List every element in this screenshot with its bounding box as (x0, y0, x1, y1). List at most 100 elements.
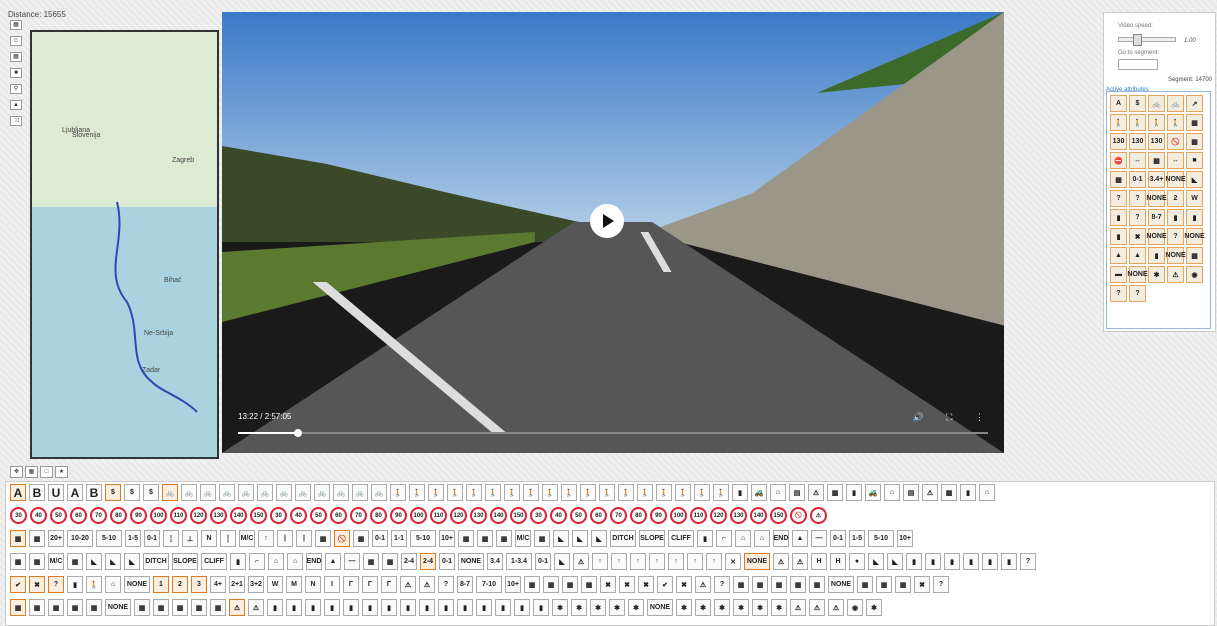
palette-attribute-icon[interactable]: 20+ (48, 530, 64, 547)
palette-attribute-icon[interactable]: ↑ (630, 553, 646, 570)
palette-attribute-icon[interactable]: 1-1 (391, 530, 407, 547)
palette-attribute-icon[interactable]: END (773, 530, 789, 547)
palette-attribute-icon[interactable]: NONE (647, 599, 673, 616)
palette-attribute-icon[interactable]: — (344, 553, 360, 570)
active-attribute-icon[interactable]: 2 (1167, 190, 1184, 207)
palette-attribute-icon[interactable]: ▲ (325, 553, 341, 570)
palette-attribute-icon[interactable]: 50 (310, 507, 327, 524)
palette-attribute-icon[interactable]: ▦ (86, 599, 102, 616)
palette-attribute-icon[interactable]: ▦ (172, 599, 188, 616)
palette-attribute-icon[interactable]: 2+1 (229, 576, 245, 593)
palette-attribute-icon[interactable]: 🚶 (694, 484, 710, 501)
palette-attribute-icon[interactable]: ⚠ (808, 484, 824, 501)
calendar-icon[interactable]: ▦ (10, 20, 22, 30)
palette-attribute-icon[interactable]: ⚠ (790, 599, 806, 616)
palette-attribute-icon[interactable]: ▦ (210, 599, 226, 616)
palette-attribute-icon[interactable]: ▮ (533, 599, 549, 616)
active-attribute-icon[interactable]: 🚶 (1167, 114, 1184, 131)
palette-attribute-icon[interactable]: ▮ (732, 484, 748, 501)
palette-attribute-icon[interactable]: ▦ (733, 576, 749, 593)
palette-attribute-icon[interactable]: 🚶 (86, 576, 102, 593)
palette-attribute-icon[interactable]: ✱ (752, 599, 768, 616)
palette-attribute-icon[interactable]: 🚶 (523, 484, 539, 501)
palette-attribute-icon[interactable]: ? (438, 576, 454, 593)
palette-attribute-icon[interactable]: 150 (250, 507, 267, 524)
palette-attribute-icon[interactable]: ▮ (906, 553, 922, 570)
active-attribute-icon[interactable]: 0-1 (1129, 171, 1146, 188)
palette-attribute-icon[interactable]: 100 (410, 507, 427, 524)
active-attribute-icon[interactable]: ↗ (1186, 95, 1203, 112)
palette-attribute-icon[interactable]: 7-10 (476, 576, 502, 593)
palette-attribute-icon[interactable]: ▦ (10, 553, 26, 570)
palette-attribute-icon[interactable]: 🚜 (865, 484, 881, 501)
active-attribute-icon[interactable]: ? (1110, 190, 1127, 207)
palette-attribute-icon[interactable]: 120 (190, 507, 207, 524)
palette-attribute-icon[interactable]: 30 (10, 507, 27, 524)
palette-attribute-icon[interactable]: ▮ (697, 530, 713, 547)
palette-attribute-icon[interactable]: ↑ (706, 553, 722, 570)
palette-attribute-icon[interactable]: ▦ (48, 599, 64, 616)
palette-attribute-icon[interactable]: ▦ (752, 576, 768, 593)
palette-attribute-icon[interactable]: ▦ (895, 576, 911, 593)
palette-attribute-icon[interactable]: H (830, 553, 846, 570)
palette-attribute-icon[interactable]: ▮ (846, 484, 862, 501)
active-attribute-icon[interactable]: 130 (1148, 133, 1165, 150)
active-attribute-icon[interactable]: 🚫 (1167, 133, 1184, 150)
palette-attribute-icon[interactable]: ▮ (1001, 553, 1017, 570)
active-attribute-icon[interactable]: ▦ (1186, 114, 1203, 131)
palette-attribute-icon[interactable]: ✔ (10, 576, 26, 593)
palette-attribute-icon[interactable]: 150 (510, 507, 527, 524)
palette-attribute-icon[interactable]: 🚲 (352, 484, 368, 501)
palette-attribute-icon[interactable]: 🚶 (656, 484, 672, 501)
palette-attribute-icon[interactable]: ◣ (553, 530, 569, 547)
palette-attribute-icon[interactable]: ▮ (343, 599, 359, 616)
palette-attribute-icon[interactable]: ⊥ (182, 530, 198, 547)
palette-attribute-icon[interactable]: 🚲 (200, 484, 216, 501)
palette-attribute-icon[interactable]: ? (714, 576, 730, 593)
palette-attribute-icon[interactable]: 110 (170, 507, 187, 524)
active-attribute-icon[interactable]: ? (1129, 209, 1146, 226)
palette-attribute-icon[interactable]: 🚲 (314, 484, 330, 501)
palette-attribute-icon[interactable]: 120 (450, 507, 467, 524)
palette-attribute-icon[interactable]: 0-1 (144, 530, 160, 547)
active-attribute-icon[interactable]: ⛔ (1110, 152, 1127, 169)
active-attribute-icon[interactable]: ▲ (1129, 247, 1146, 264)
video-progress-bar[interactable] (238, 429, 988, 437)
box-icon[interactable]: □ (40, 466, 53, 478)
palette-attribute-icon[interactable]: M/C (515, 530, 531, 547)
palette-attribute-icon[interactable]: ? (933, 576, 949, 593)
palette-attribute-icon[interactable]: 80 (630, 507, 647, 524)
palette-attribute-icon[interactable]: 1 (153, 576, 169, 593)
palette-attribute-icon[interactable]: ⌂ (754, 530, 770, 547)
palette-attribute-icon[interactable]: ▦ (134, 599, 150, 616)
palette-attribute-icon[interactable]: 150 (770, 507, 787, 524)
palette-attribute-icon[interactable]: ⌂ (105, 576, 121, 593)
palette-attribute-icon[interactable]: ▦ (809, 576, 825, 593)
palette-attribute-icon[interactable]: ↑ (687, 553, 703, 570)
active-attribute-icon[interactable]: ▲ (1110, 247, 1127, 264)
palette-attribute-icon[interactable]: 100 (150, 507, 167, 524)
palette-attribute-icon[interactable]: ✱ (609, 599, 625, 616)
palette-attribute-icon[interactable]: 100 (670, 507, 687, 524)
palette-attribute-icon[interactable]: ▦ (67, 599, 83, 616)
active-attribute-icon[interactable]: 🚶 (1129, 114, 1146, 131)
palette-attribute-icon[interactable]: ▮ (495, 599, 511, 616)
active-attribute-icon[interactable]: ▦ (1148, 152, 1165, 169)
palette-attribute-icon[interactable]: Γ (343, 576, 359, 593)
active-attribute-icon[interactable]: ? (1167, 228, 1184, 245)
palette-attribute-icon[interactable]: 90 (130, 507, 147, 524)
palette-attribute-icon[interactable]: ▮ (267, 599, 283, 616)
palette-attribute-icon[interactable]: ✖ (600, 576, 616, 593)
palette-attribute-icon[interactable]: 140 (230, 507, 247, 524)
palette-attribute-icon[interactable]: 🚶 (428, 484, 444, 501)
palette-attribute-icon[interactable]: 130 (470, 507, 487, 524)
palette-attribute-icon[interactable]: ◣ (868, 553, 884, 570)
active-attribute-icon[interactable]: 🚲 (1148, 95, 1165, 112)
goto-segment-input[interactable] (1118, 59, 1158, 70)
palette-attribute-icon[interactable]: ▮ (925, 553, 941, 570)
palette-attribute-icon[interactable]: 0-1 (535, 553, 551, 570)
shuffle-icon[interactable]: ⤨ (10, 116, 22, 126)
palette-attribute-icon[interactable]: ● (849, 553, 865, 570)
palette-attribute-icon[interactable]: — (811, 530, 827, 547)
active-attribute-icon[interactable]: ▮ (1110, 209, 1127, 226)
